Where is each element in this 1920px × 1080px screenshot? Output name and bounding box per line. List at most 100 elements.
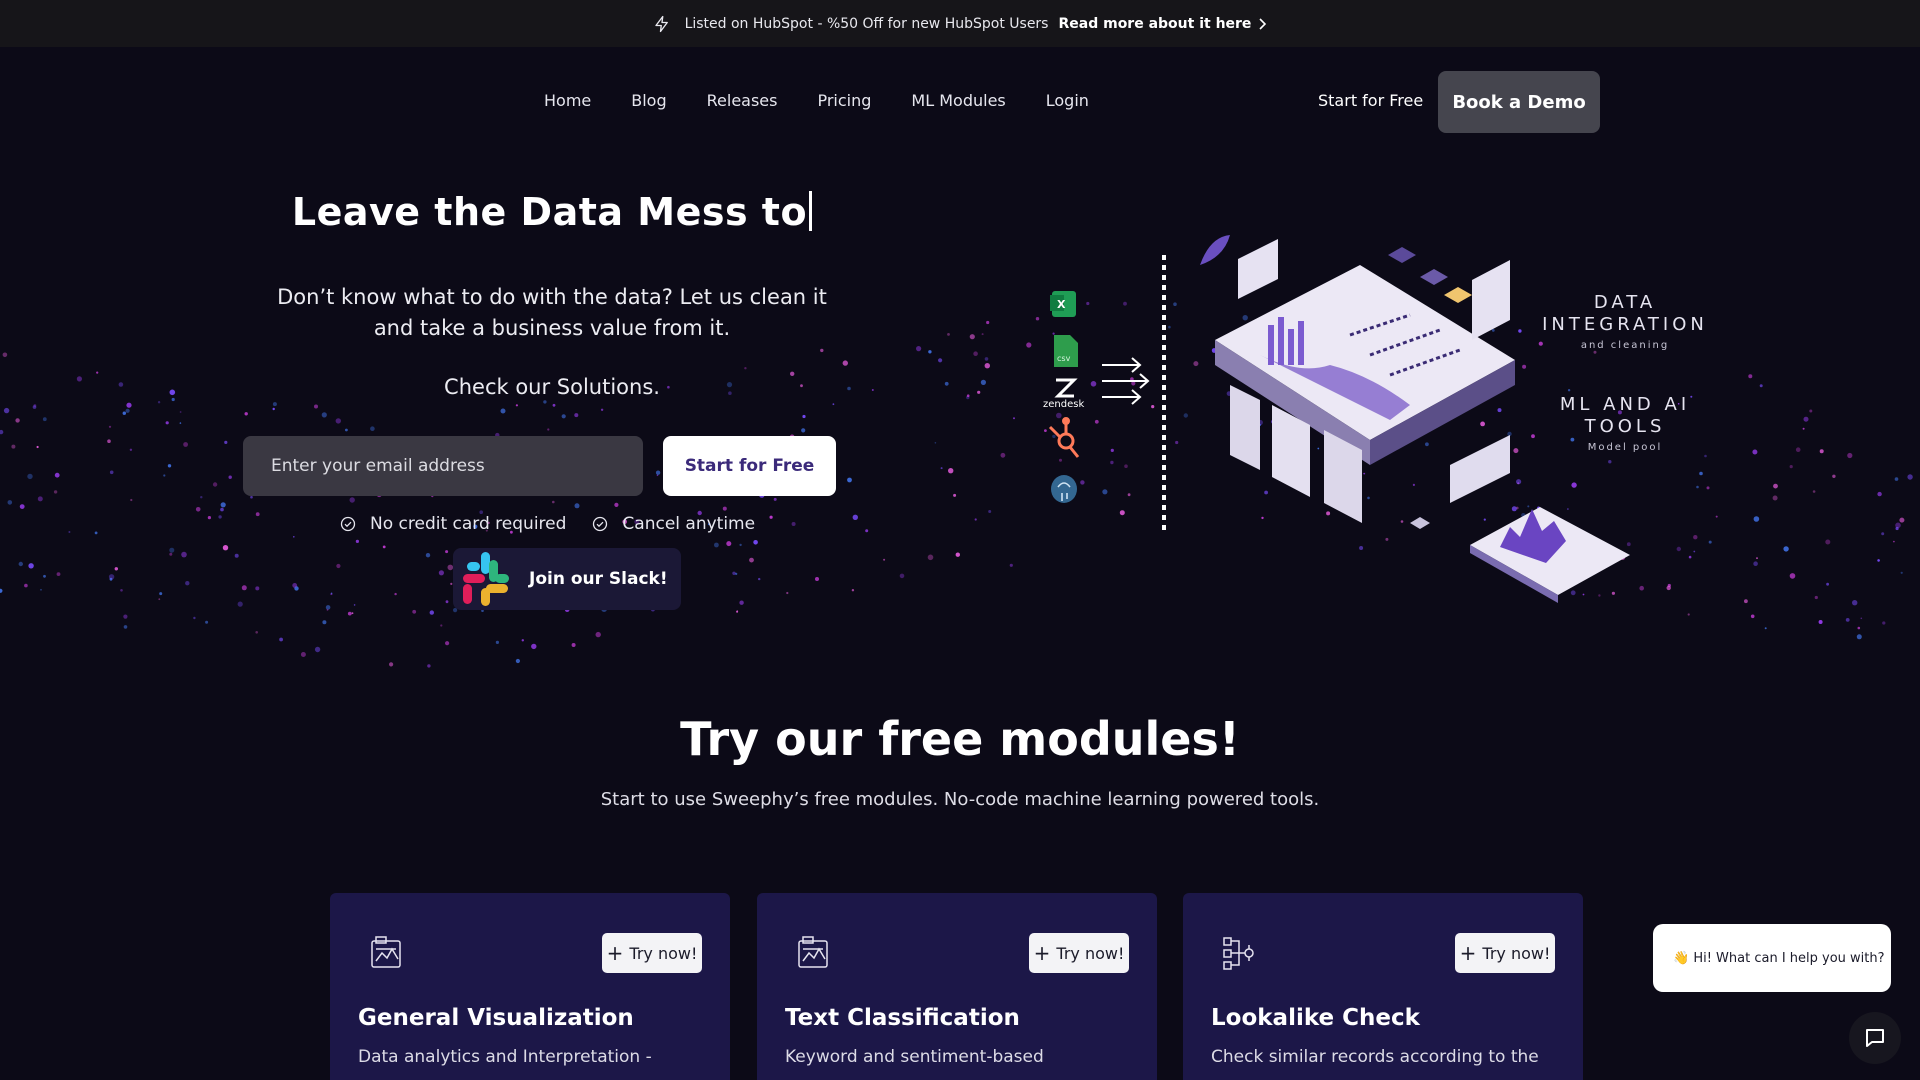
particle-dot — [370, 426, 375, 431]
particle-dot — [36, 445, 39, 449]
particle-dot — [19, 504, 25, 509]
particle-dot — [24, 583, 28, 588]
particle-dot — [786, 591, 789, 595]
particle-dot — [130, 498, 133, 502]
particle-dot — [574, 413, 579, 418]
particle-dot — [353, 604, 356, 606]
particle-dot — [1764, 627, 1767, 630]
particle-dot — [94, 531, 98, 535]
particle-dot — [977, 390, 981, 394]
chart-icon — [371, 936, 401, 968]
particle-dot — [916, 346, 922, 352]
particle-dot — [345, 428, 348, 432]
nav-login[interactable]: Login — [1046, 91, 1089, 110]
particle-dot — [109, 470, 114, 475]
particle-dot — [1900, 571, 1903, 574]
particle-dot — [1857, 626, 1861, 630]
particle-dot — [330, 593, 333, 596]
chat-launcher-button[interactable] — [1849, 1012, 1901, 1064]
try-now-label: Try now! — [629, 943, 698, 963]
particle-dot — [120, 589, 123, 592]
try-now-button[interactable]: + Try now! — [602, 933, 702, 973]
particle-dot — [349, 497, 355, 503]
particle-dot — [1639, 585, 1644, 591]
particle-dot — [42, 417, 47, 422]
particle-dot — [250, 495, 253, 499]
particle-dot — [255, 631, 258, 634]
particle-dot — [1750, 614, 1755, 619]
particle-dot — [183, 442, 189, 447]
particle-dot — [773, 497, 777, 501]
particle-dot — [382, 545, 386, 549]
try-now-button[interactable]: + Try now! — [1455, 933, 1555, 973]
particle-dot — [543, 400, 547, 404]
chat-greeting-bubble[interactable]: 👋 Hi! What can I help you with? — [1653, 924, 1891, 992]
hero-check-solutions: Check our Solutions. — [444, 375, 660, 399]
module-card: + Try now! Lookalike Check Check similar … — [1183, 893, 1583, 1080]
particle-dot — [1832, 474, 1836, 478]
particle-dot — [722, 506, 727, 511]
hubspot-icon — [1048, 417, 1080, 458]
particle-dot — [655, 470, 661, 475]
book-demo-button[interactable]: Book a Demo — [1438, 71, 1600, 133]
nav-home[interactable]: Home — [544, 91, 591, 110]
particle-dot — [847, 386, 851, 391]
particle-dot — [1877, 559, 1880, 562]
particle-dot — [1693, 550, 1696, 553]
particle-dot — [228, 475, 232, 479]
nav-ml-modules[interactable]: ML Modules — [911, 91, 1005, 110]
particle-dot — [76, 376, 82, 382]
particle-dot — [429, 610, 434, 615]
particle-dot — [953, 493, 957, 497]
announcement-link[interactable]: Read more about it here — [1058, 16, 1267, 32]
particle-dot — [947, 333, 950, 336]
svg-text:X: X — [1057, 298, 1066, 311]
nav-start-free-link[interactable]: Start for Free — [1318, 91, 1423, 110]
particle-dot — [158, 598, 161, 601]
perk-cancel-anytime: Cancel anytime — [592, 514, 755, 534]
typing-caret — [809, 191, 813, 231]
particle-dot — [7, 500, 13, 505]
particle-dot — [927, 554, 934, 561]
particle-dot — [11, 444, 16, 449]
particle-dot — [96, 371, 99, 374]
particle-dot — [1699, 471, 1703, 476]
particle-dot — [820, 348, 824, 353]
particle-dot — [193, 616, 196, 620]
particle-dot — [1715, 515, 1718, 518]
particle-dot — [169, 389, 176, 396]
particle-dot — [0, 588, 3, 593]
particle-dot — [347, 611, 352, 616]
particle-dot — [1708, 540, 1712, 544]
csv-icon: csv — [1054, 335, 1078, 367]
particle-dot — [279, 637, 283, 642]
particle-dot — [865, 529, 869, 533]
particle-dot — [1696, 485, 1699, 489]
flow-icon — [1223, 937, 1254, 970]
try-now-button[interactable]: + Try now! — [1029, 933, 1129, 973]
csv-icon-text: csv — [1057, 354, 1071, 363]
particle-dot — [300, 652, 306, 657]
plus-icon: + — [1459, 941, 1477, 965]
particle-dot — [1818, 620, 1823, 624]
particle-dot — [1825, 539, 1831, 545]
particle-dot — [744, 367, 747, 370]
particle-dot — [552, 403, 556, 407]
particle-dot — [292, 583, 298, 588]
particle-dot — [574, 503, 580, 509]
postgresql-icon — [1051, 475, 1077, 503]
join-slack-button[interactable]: Join our Slack! — [453, 548, 681, 610]
particle-dot — [928, 350, 932, 354]
particle-dot — [1676, 546, 1682, 552]
nav-releases[interactable]: Releases — [707, 91, 778, 110]
chevron-right-icon — [1259, 17, 1267, 30]
nav-blog[interactable]: Blog — [631, 91, 666, 110]
particle-dot — [122, 411, 127, 415]
nav-pricing[interactable]: Pricing — [817, 91, 871, 110]
particle-dot — [739, 600, 744, 605]
particle-dot — [15, 418, 20, 423]
start-free-button[interactable]: Start for Free — [663, 436, 836, 496]
particle-dot — [244, 412, 248, 416]
particle-dot — [200, 496, 203, 499]
email-input[interactable] — [243, 436, 643, 496]
